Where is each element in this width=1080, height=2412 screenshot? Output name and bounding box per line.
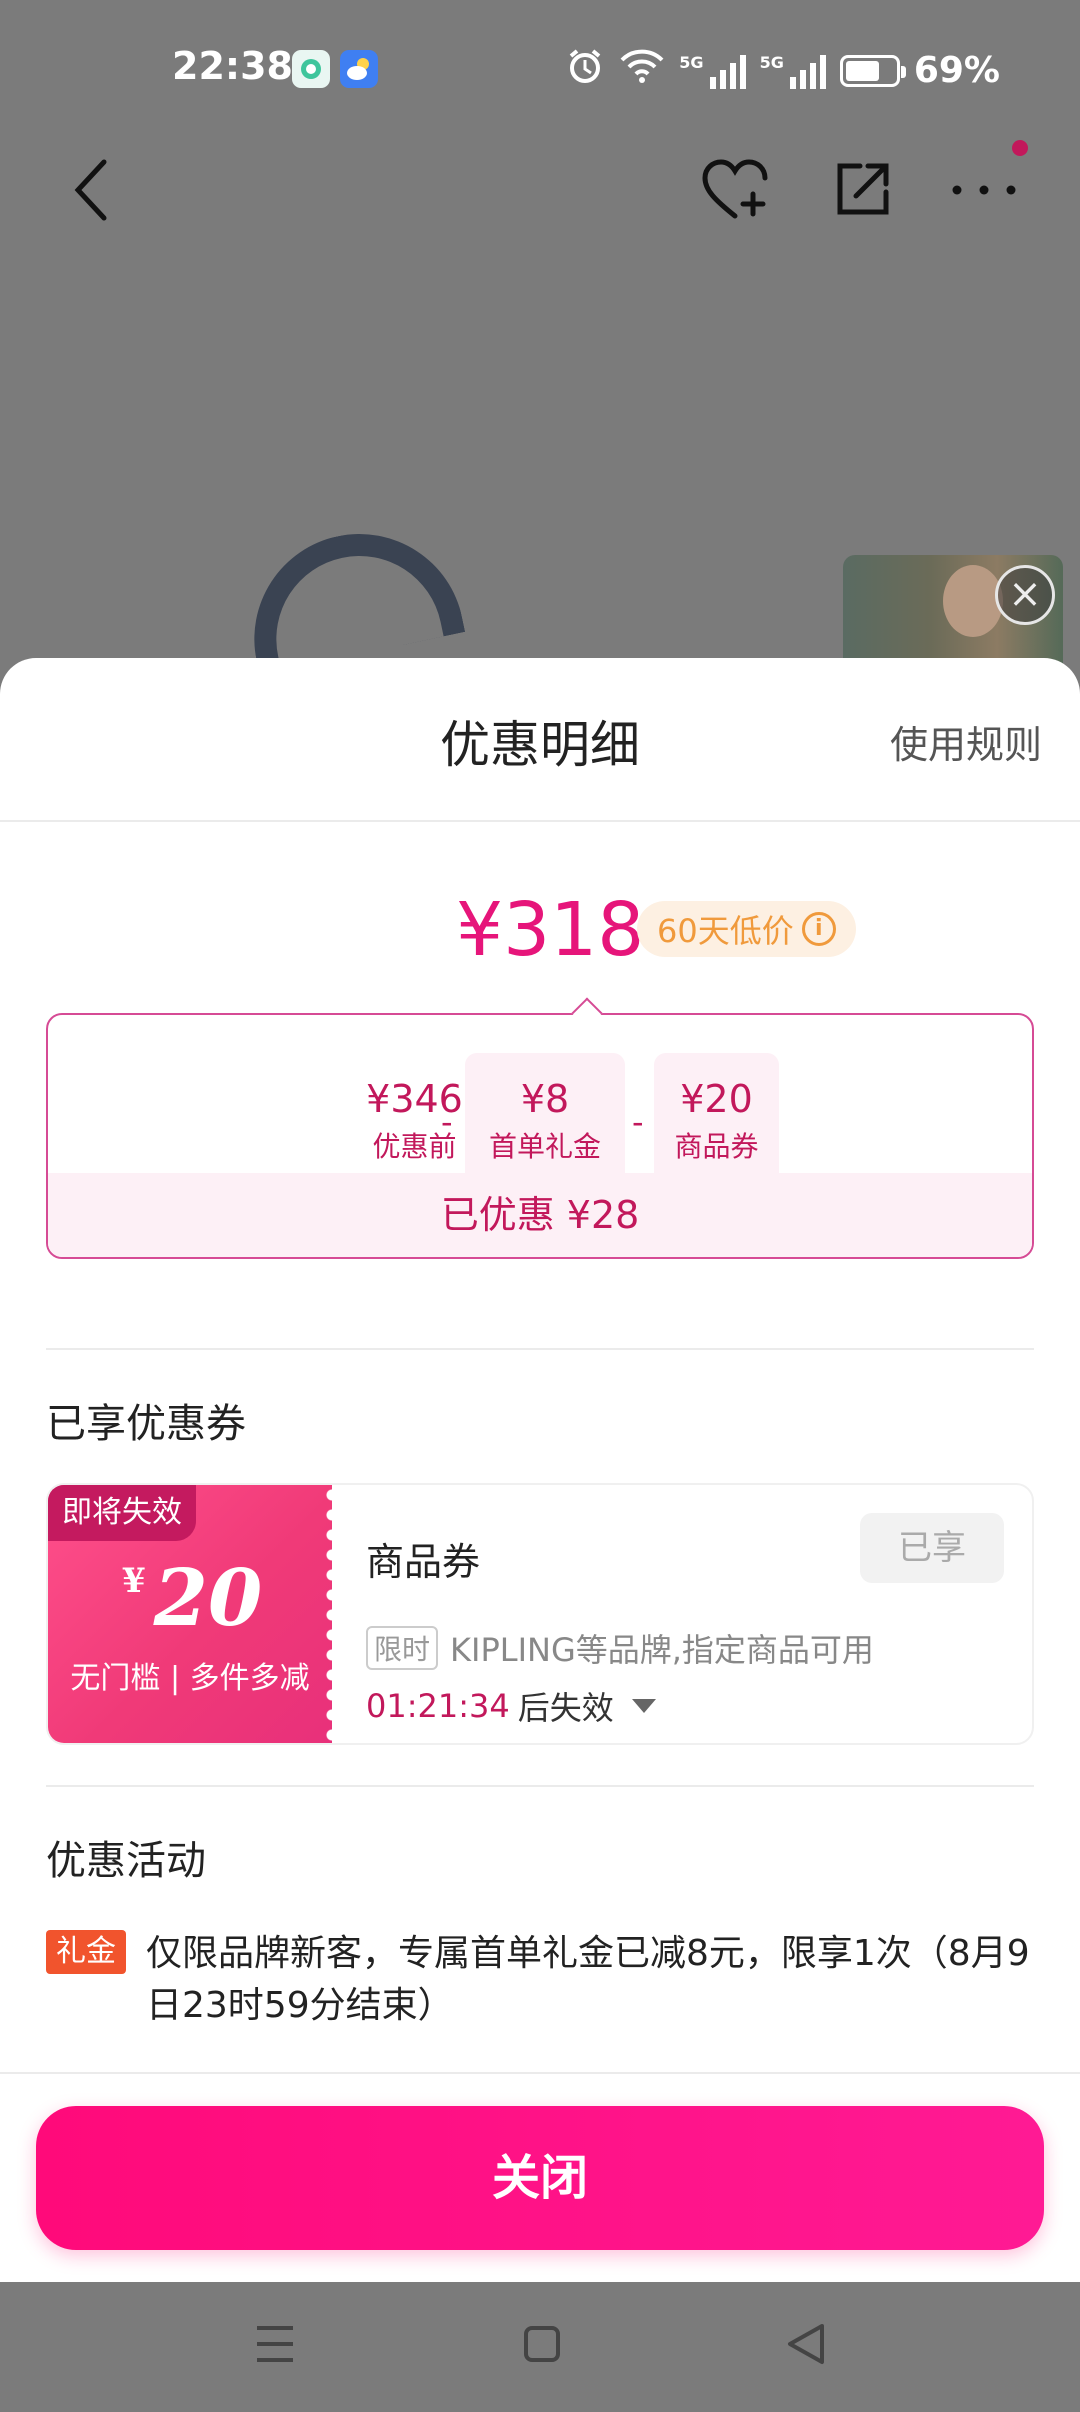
status-time: 22:38 xyxy=(172,44,293,88)
more-button[interactable] xyxy=(944,140,1024,240)
calc-item-first-order-gift: ¥8 首单礼金 xyxy=(465,1053,625,1185)
total-discount: 已优惠 ¥28 xyxy=(48,1173,1032,1257)
close-icon: × xyxy=(1008,571,1042,617)
coupon-name: 商品券 xyxy=(366,1540,481,1584)
gift-money-tag: 礼金 xyxy=(46,1930,126,1974)
countdown-suffix: 后失效 xyxy=(517,1689,614,1727)
back-button[interactable] xyxy=(60,140,120,240)
discount-detail-sheet: 优惠明细 使用规则 ¥318 60天低价 i ¥346 优惠前 - ¥8 首单礼… xyxy=(0,658,1080,2282)
activities-section-title: 优惠活动 xyxy=(46,1838,206,1884)
coupon-value-panel: 即将失效 ¥20 无门槛 | 多件多减 xyxy=(48,1485,338,1743)
divider xyxy=(0,2072,1080,2074)
calc-item-product-coupon: ¥20 商品券 xyxy=(654,1053,779,1185)
currency-symbol: ¥ xyxy=(122,1561,146,1601)
divider xyxy=(46,1348,1034,1350)
minus-operator: - xyxy=(441,1103,453,1141)
divider xyxy=(0,820,1080,822)
final-price-row: ¥318 60天低价 i xyxy=(0,887,1080,973)
system-nav-bar xyxy=(0,2282,1080,2412)
activity-item: 礼金 仅限品牌新客，专属首单礼金已减8元，限享1次（8月9日23时59分结束） xyxy=(46,1928,1034,2032)
product-top-nav xyxy=(0,140,1080,250)
countdown-timer: 01:21:34 xyxy=(366,1687,510,1725)
callout-notch xyxy=(571,997,603,1029)
price-calculation-box: ¥346 优惠前 - ¥8 首单礼金 - ¥20 商品券 已优惠 ¥28 xyxy=(46,997,1034,1259)
share-button[interactable] xyxy=(822,140,902,240)
menu-icon[interactable] xyxy=(255,2322,295,2370)
cellular-signal-icon: 5G xyxy=(679,53,746,89)
share-icon xyxy=(837,163,889,215)
home-icon[interactable] xyxy=(522,2322,562,2370)
coupon-card[interactable]: 即将失效 ¥20 无门槛 | 多件多减 商品券 已享 限时 KIPLING等品牌… xyxy=(46,1483,1034,1745)
usage-rules-link[interactable]: 使用规则 xyxy=(890,714,1042,769)
coupon-scope: KIPLING等品牌,指定商品可用 xyxy=(450,1631,874,1669)
limited-time-tag: 限时 xyxy=(366,1626,439,1670)
activity-text: 仅限品牌新客，专属首单礼金已减8元，限享1次（8月9日23时59分结束） xyxy=(146,1933,1030,2026)
video-close-button[interactable]: × xyxy=(995,565,1055,625)
calc-item-label: 优惠前 xyxy=(372,1130,457,1163)
coupon-amount-value: 20 xyxy=(153,1553,263,1644)
chevron-left-icon xyxy=(74,159,107,221)
wifi-icon xyxy=(619,48,665,93)
calc-item-value: ¥346 xyxy=(366,1077,463,1121)
video-person-image xyxy=(943,565,1003,637)
more-dots-icon xyxy=(952,185,1016,195)
coupon-amount: ¥20 xyxy=(122,1553,262,1644)
weather-app-icon xyxy=(340,50,378,88)
minus-operator: - xyxy=(632,1103,644,1141)
coupon-status-button[interactable]: 已享 xyxy=(860,1513,1004,1583)
coupon-expiry-row[interactable]: 01:21:34 后失效 xyxy=(366,1683,656,1729)
calc-item-value: ¥20 xyxy=(680,1077,753,1121)
coupons-section-title: 已享优惠券 xyxy=(46,1401,246,1447)
divider xyxy=(46,1785,1034,1787)
battery-percent: 69% xyxy=(913,50,1000,91)
expiring-tag: 即将失效 xyxy=(48,1485,196,1541)
calc-item-value: ¥8 xyxy=(520,1077,570,1121)
cellular-signal-icon: 5G xyxy=(760,53,826,89)
calc-item-label: 首单礼金 xyxy=(488,1130,601,1163)
low-price-badge[interactable]: 60天低价 i xyxy=(637,901,856,957)
caret-down-icon xyxy=(631,1699,656,1713)
calc-item-label: 商品券 xyxy=(674,1130,759,1163)
status-bar: 22:38 5G 5G 69% xyxy=(0,0,1080,140)
alarm-icon xyxy=(565,46,605,95)
low-price-badge-label: 60天低价 xyxy=(657,912,794,950)
product-image xyxy=(234,514,466,676)
app-notification-icon xyxy=(292,50,330,88)
coupon-scope-row: 限时 KIPLING等品牌,指定商品可用 xyxy=(366,1625,874,1671)
coupon-condition: 无门槛 | 多件多减 xyxy=(70,1661,310,1696)
info-icon: i xyxy=(801,912,836,946)
heart-plus-icon xyxy=(702,159,768,219)
final-price: ¥318 xyxy=(456,887,645,973)
back-nav-icon[interactable] xyxy=(786,2322,826,2370)
calc-item-original: ¥346 优惠前 xyxy=(352,1053,477,1185)
battery-icon xyxy=(839,54,906,87)
notification-dot xyxy=(1012,140,1028,156)
video-preview[interactable]: × xyxy=(843,555,1063,675)
favorite-button[interactable] xyxy=(696,140,776,240)
close-button[interactable]: 关闭 xyxy=(36,2106,1044,2250)
